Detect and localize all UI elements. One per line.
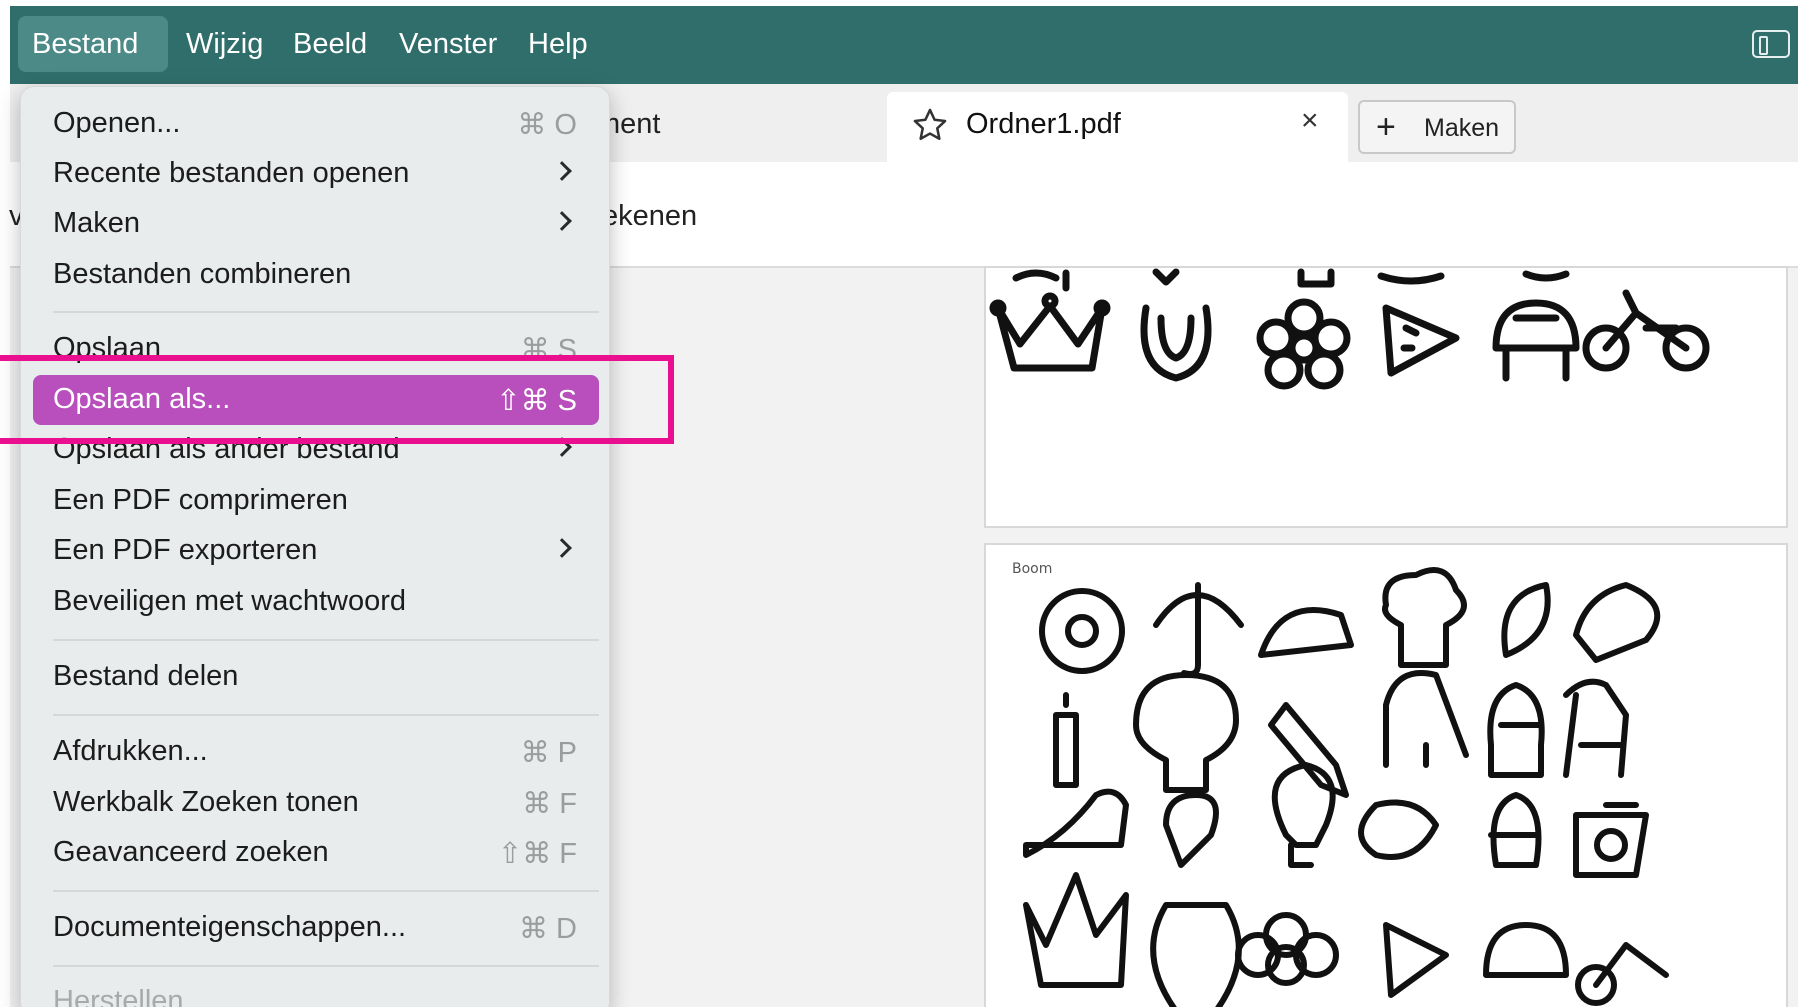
shortcut-label: ⌘ O [517,109,577,141]
menu-item-advanced-search[interactable]: Geavanceerd zoeken ⇧⌘ F [33,828,599,878]
page-2-drawings [1023,567,1669,1007]
shortcut-label: ⌘ F [522,788,577,820]
menu-item-compress-pdf-label: Een PDF comprimeren [53,484,348,516]
menu-item-protect-password[interactable]: Beveiligen met wachtwoord [33,577,599,627]
menu-item-print-label: Afdrukken... [53,735,208,767]
menu-item-compress-pdf[interactable]: Een PDF comprimeren [33,476,599,526]
menu-item-open-label: Openen... [53,107,181,139]
menu-item-print[interactable]: Afdrukken... ⌘ P [33,727,599,777]
chevron-right-icon [552,161,572,181]
menu-separator [53,890,599,892]
highlight-annotation-box [0,355,674,444]
file-menu-dropdown: Openen... ⌘ O Recente bestanden openen M… [20,86,610,1007]
menu-separator [53,311,599,313]
menu-item-export-pdf[interactable]: Een PDF exporteren [33,526,599,576]
menu-item-share-file[interactable]: Bestand delen [33,652,599,702]
menu-item-protect-password-label: Beveiligen met wachtwoord [53,585,407,617]
tab-title: Ordner1.pdf [966,108,1121,140]
menu-item-show-search-toolbar-label: Werkbalk Zoeken tonen [53,786,359,818]
star-icon[interactable] [911,106,949,144]
shortcut-label: ⌘ D [519,913,577,945]
menubar-wijzig[interactable]: Wijzig [172,16,277,72]
menu-item-create[interactable]: Maken [33,199,599,249]
menu-item-create-label: Maken [53,207,141,239]
chevron-right-icon [552,211,572,231]
page-2-note: Boom [1012,561,1053,577]
menu-separator [53,965,599,967]
close-icon[interactable]: × [1301,104,1319,138]
menu-item-document-properties[interactable]: Documenteigenschappen... ⌘ D [33,903,599,953]
shortcut-label: ⇧⌘ F [497,838,577,870]
screen: Bestand Wijzig Beeld Venster Help ment O… [0,0,1798,1007]
pdf-page-2[interactable]: Boom [984,543,1788,1007]
make-button[interactable]: + Maken [1358,100,1516,154]
pdf-page-1[interactable] [984,266,1788,528]
menu-item-combine-label: Bestanden combineren [53,258,352,290]
menu-item-recent-files-label: Recente bestanden openen [53,157,410,189]
menu-item-revert-label: Herstellen [53,985,184,1007]
menu-item-open[interactable]: Openen... ⌘ O [33,99,599,149]
plus-icon: + [1376,108,1396,146]
make-button-label: Maken [1424,114,1500,142]
page-1-drawings [989,268,1710,390]
menu-item-advanced-search-label: Geavanceerd zoeken [53,836,329,868]
menu-item-combine[interactable]: Bestanden combineren [33,250,599,300]
tab-ordner1[interactable]: Ordner1.pdf × [887,92,1348,162]
menu-item-show-search-toolbar[interactable]: Werkbalk Zoeken tonen ⌘ F [33,778,599,828]
menu-item-recent-files[interactable]: Recente bestanden openen [33,149,599,199]
menubar-bestand[interactable]: Bestand [18,16,168,72]
menubar-help[interactable]: Help [514,16,602,72]
sidebar-toggle-icon[interactable] [1752,30,1790,58]
shortcut-label: ⌘ P [520,737,577,769]
menu-separator [53,639,599,641]
menu-separator [53,714,599,716]
menubar-venster[interactable]: Venster [385,16,511,72]
menu-item-export-pdf-label: Een PDF exporteren [53,534,318,566]
chevron-right-icon [552,538,572,558]
menubar-beeld[interactable]: Beeld [279,16,381,72]
menu-bar: Bestand Wijzig Beeld Venster Help [10,6,1798,84]
toolbar-tool-label[interactable]: ekenen [602,200,697,233]
menu-item-document-properties-label: Documenteigenschappen... [53,911,407,943]
menu-item-revert: Herstellen [33,977,599,1007]
menu-item-share-file-label: Bestand delen [53,660,239,692]
